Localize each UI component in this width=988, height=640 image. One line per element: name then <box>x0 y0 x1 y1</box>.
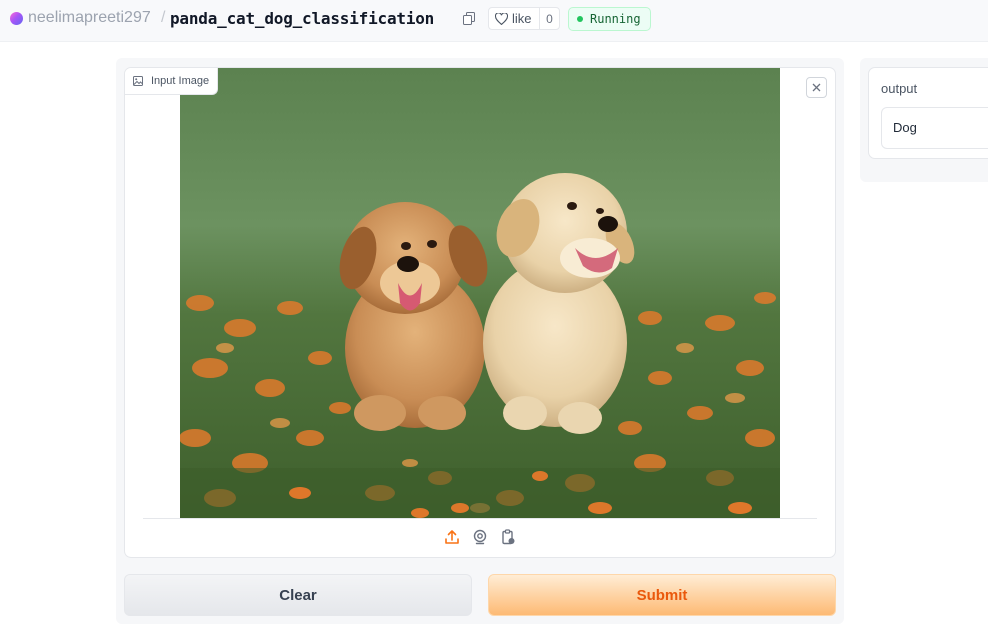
close-icon <box>812 83 821 92</box>
breadcrumb-separator: / <box>161 9 166 26</box>
copy-icon[interactable] <box>463 12 476 26</box>
submit-button[interactable]: Submit <box>488 574 836 616</box>
output-card: output Dog <box>868 67 988 159</box>
upload-button[interactable] <box>443 528 461 546</box>
clipboard-button[interactable] <box>499 528 517 546</box>
header-bar: neelimapreeti297 / panda_cat_dog_classif… <box>0 0 988 42</box>
webcam-icon <box>473 529 487 545</box>
image-source-toolbar <box>443 528 517 546</box>
like-button[interactable]: like 0 <box>488 7 560 30</box>
repo-title[interactable]: panda_cat_dog_classification <box>170 9 434 28</box>
like-count: 0 <box>546 11 553 26</box>
output-label: output <box>881 81 918 96</box>
image-icon <box>133 76 143 86</box>
upload-icon <box>445 530 459 544</box>
webcam-button[interactable] <box>471 528 489 546</box>
heart-icon <box>495 12 508 25</box>
toolbar-divider <box>143 518 817 519</box>
puppies-photo <box>180 68 780 518</box>
input-image-label: Input Image <box>125 68 219 95</box>
status-badge: Running <box>568 7 651 31</box>
image-input-card: Input Image <box>124 67 836 558</box>
like-label: like <box>512 11 532 26</box>
status-dot-icon <box>577 16 583 22</box>
status-text: Running <box>590 12 641 26</box>
clear-image-button[interactable] <box>806 77 827 98</box>
output-textbox[interactable]: Dog <box>881 107 988 149</box>
space-logo-icon <box>10 12 23 25</box>
clear-button[interactable]: Clear <box>124 574 472 616</box>
clipboard-icon <box>502 529 515 545</box>
owner-link[interactable]: neelimapreeti297 <box>28 9 151 27</box>
input-image-label-text: Input Image <box>151 75 210 87</box>
